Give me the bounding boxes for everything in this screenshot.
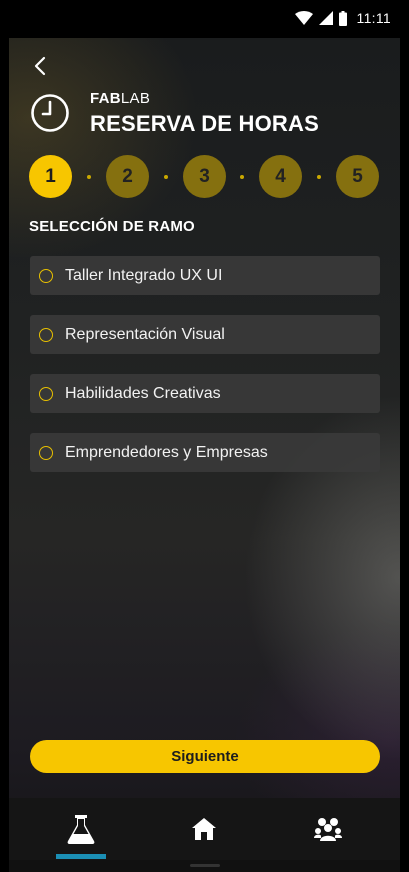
battery-icon [338,10,347,26]
status-time: 11:11 [356,10,391,26]
community-icon [314,818,342,841]
nav-community[interactable] [288,798,368,860]
step-separator [87,175,91,179]
back-icon[interactable] [29,54,53,78]
brand-light: LAB [120,90,151,107]
step-separator [317,175,321,179]
option-habilidades-creativas[interactable]: Habilidades Creativas [30,374,380,413]
radio-icon[interactable] [39,386,53,401]
home-icon [192,818,216,840]
flask-icon [67,815,95,844]
radio-icon[interactable] [39,327,53,342]
wifi-icon [294,11,313,25]
section-title: SELECCIÓN DE RAMO [29,218,195,235]
brand-name: FABLAB [90,90,150,107]
clock-icon [31,94,69,132]
option-label: Representación Visual [65,325,225,343]
option-representacion-visual[interactable]: Representación Visual [30,315,380,354]
option-label: Taller Integrado UX UI [65,266,223,284]
nav-lab[interactable] [41,798,121,860]
nav-home[interactable] [164,798,244,860]
step-3[interactable]: 3 [183,155,226,198]
active-tab-indicator [56,854,106,859]
gesture-handle[interactable] [190,864,220,867]
radio-icon[interactable] [39,445,53,460]
page-title: RESERVA DE HORAS [90,111,319,136]
step-separator [240,175,244,179]
step-5[interactable]: 5 [336,155,379,198]
stepper: 1 2 3 4 5 [29,155,379,198]
step-2[interactable]: 2 [106,155,149,198]
status-icons: 11:11 [294,10,391,26]
option-label: Emprendedores y Empresas [65,443,268,461]
option-emprendedores[interactable]: Emprendedores y Empresas [30,433,380,472]
brand-bold: FAB [90,90,121,107]
step-4[interactable]: 4 [259,155,302,198]
radio-icon[interactable] [39,268,53,283]
option-taller-integrado[interactable]: Taller Integrado UX UI [30,256,380,295]
next-button[interactable]: Siguiente [30,740,380,773]
step-separator [164,175,168,179]
gesture-area [9,860,400,872]
signal-icon [318,11,333,25]
bottom-nav [9,798,400,860]
app-screen: FABLAB RESERVA DE HORAS 1 2 3 4 5 SELECC… [9,38,400,872]
step-1[interactable]: 1 [29,155,72,198]
option-label: Habilidades Creativas [65,384,221,402]
status-bar: 11:11 [0,0,409,38]
